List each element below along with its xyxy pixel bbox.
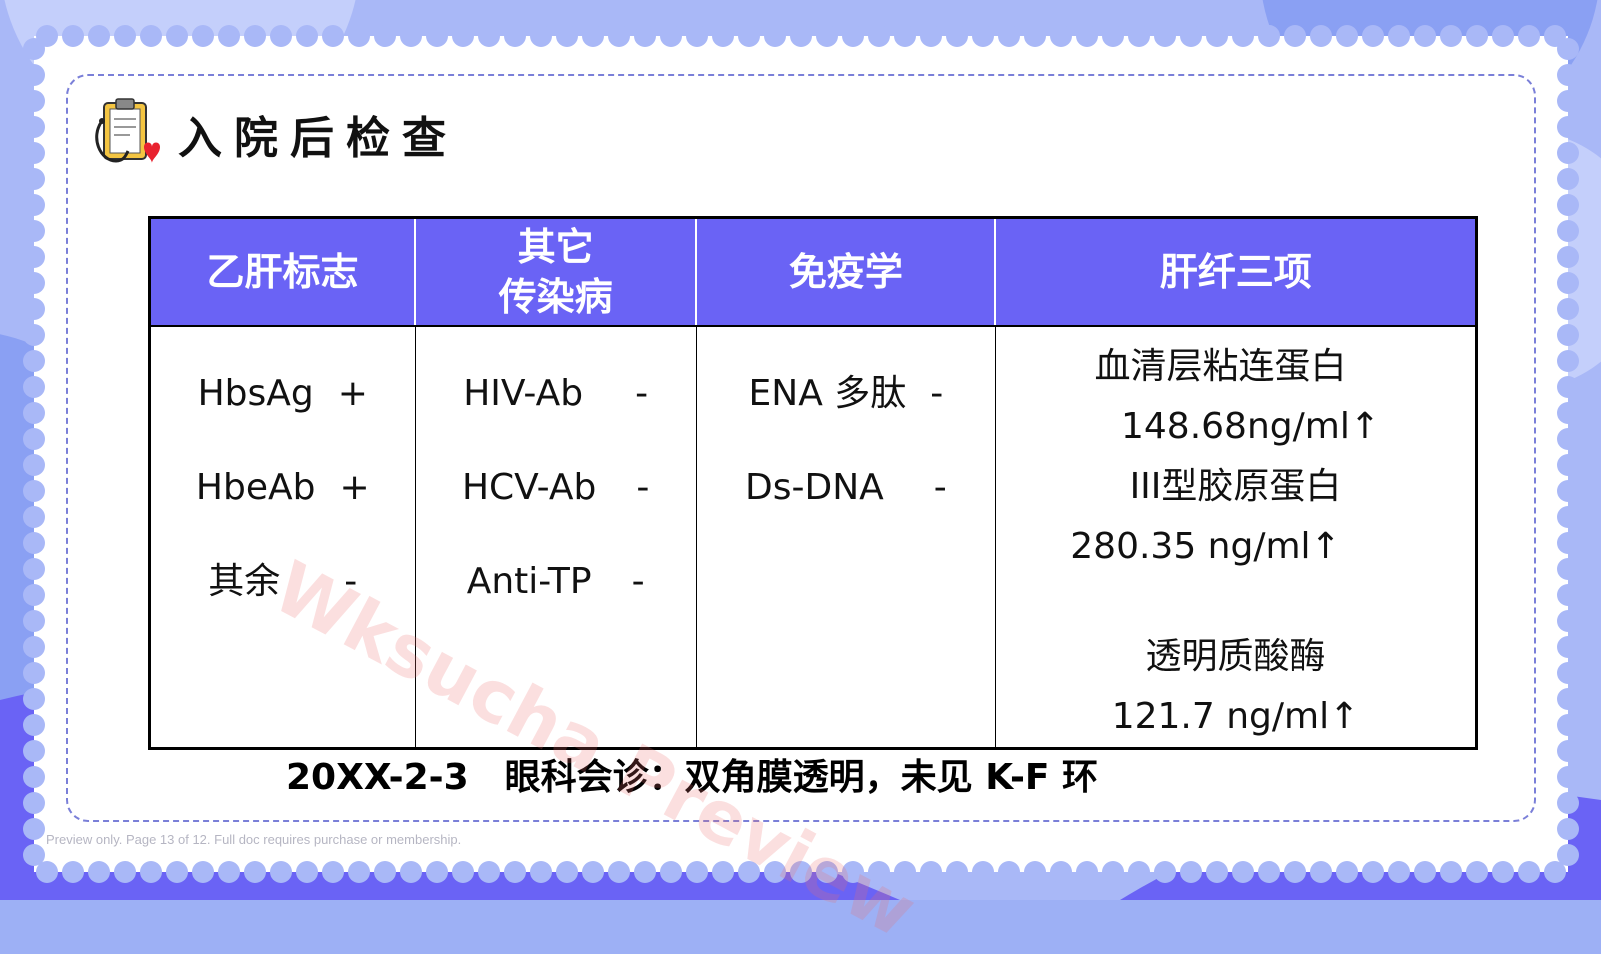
- consultation-note: 20XX-2-3 眼科会诊：双角膜透明，未见 K-F 环: [286, 757, 1099, 798]
- list-item: HbsAg +: [197, 373, 368, 414]
- table-body-row: HbsAg + HbeAb + 其余 - HIV-Ab - HCV-Ab - Anti-T…: [149, 326, 1477, 749]
- fibrosis-line: [996, 577, 1475, 627]
- fibrosis-line: 血清层粘连蛋白: [1094, 346, 1347, 387]
- header-infectious: 其它 传染病: [415, 217, 698, 327]
- header-immunology: 免疫学: [696, 217, 997, 327]
- list-item: HIV-Ab -: [463, 373, 649, 414]
- list-item: Ds-DNA -: [745, 467, 947, 508]
- immunology-cell: ENA 多肽 - Ds-DNA -: [696, 326, 996, 749]
- exam-table: 乙肝标志 其它 传染病 免疫学 肝纤三项 HbsAg + HbeAb + 其余 - H…: [148, 216, 1478, 750]
- preview-notice: Preview only. Page 13 of 12. Full doc re…: [46, 832, 462, 847]
- header-hbv: 乙肝标志: [149, 217, 417, 327]
- fibrosis-line: 121.7 ng/ml↑: [1111, 696, 1360, 737]
- hbv-cell: HbsAg + HbeAb + 其余 -: [149, 326, 416, 749]
- fibrosis-line: 280.35 ng/ml↑: [1070, 526, 1341, 567]
- list-item: HbeAb +: [195, 467, 370, 508]
- fibrosis-line: 透明质酸酶: [1145, 636, 1326, 677]
- fibrosis-line: III型胶原蛋白: [1129, 466, 1342, 507]
- list-item: Anti-TP -: [466, 561, 645, 602]
- page-title: 入院后检查: [94, 94, 458, 174]
- table-header-row: 乙肝标志 其它 传染病 免疫学 肝纤三项: [149, 217, 1477, 327]
- fibrosis-cell: 血清层粘连蛋白 148.68ng/ml↑ III型胶原蛋白 280.35 ng/…: [995, 326, 1476, 749]
- list-item: HCV-Ab -: [461, 467, 650, 508]
- infectious-cell: HIV-Ab - HCV-Ab - Anti-TP -: [415, 326, 697, 749]
- list-item: 其余 -: [208, 561, 358, 602]
- clipboard-stethoscope-icon: [95, 98, 160, 163]
- fibrosis-line: 148.68ng/ml↑: [1120, 406, 1380, 447]
- list-item: ENA 多肽 -: [748, 373, 944, 414]
- header-fibrosis: 肝纤三项: [995, 217, 1477, 327]
- page-title-text: 入院后检查: [178, 113, 458, 164]
- heart-icon: [144, 142, 160, 163]
